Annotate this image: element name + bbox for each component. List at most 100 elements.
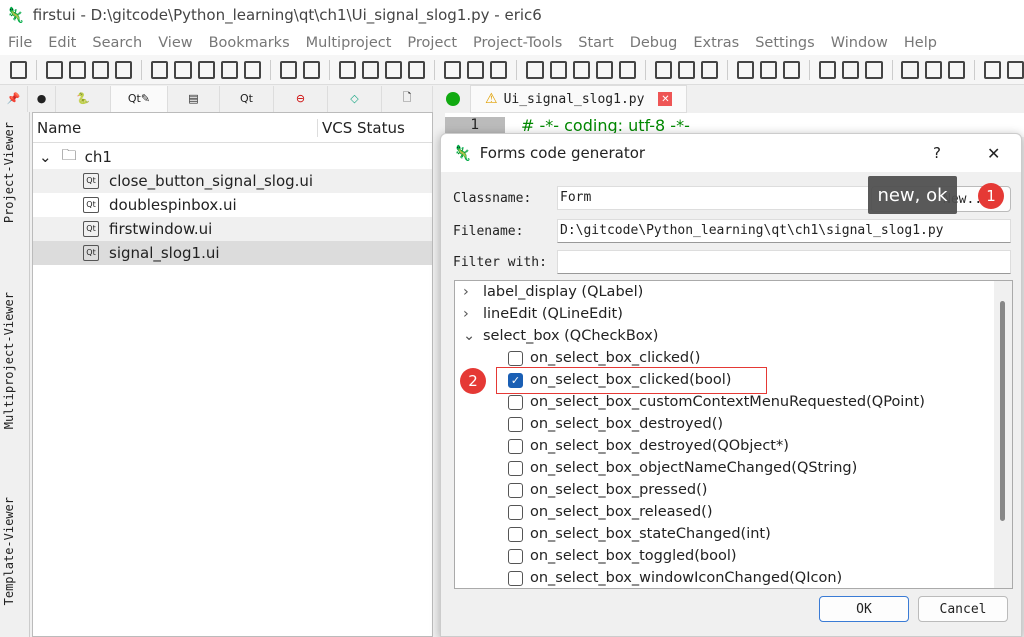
toolbar-button-icon[interactable] (737, 60, 755, 79)
widget-group-item[interactable]: › lineEdit (QLineEdit) (455, 303, 1012, 325)
interfaces-tab[interactable]: ⊖ (274, 85, 328, 112)
widget-group-item[interactable]: › label_display (QLabel) (455, 281, 1012, 303)
toolbar-button-icon[interactable] (197, 60, 215, 79)
slot-item[interactable]: on_select_box_released() (455, 501, 1012, 523)
column-vcs-status[interactable]: VCS Status (317, 118, 405, 137)
slot-item[interactable]: on_select_box_clicked() (455, 347, 1012, 369)
menu-multiproject[interactable]: Multiproject (298, 35, 400, 51)
toolbar-button-icon[interactable] (467, 60, 485, 79)
menu-window[interactable]: Window (823, 35, 896, 51)
slot-item[interactable]: on_select_box_toggled(bool) (455, 545, 1012, 567)
column-name[interactable]: Name (33, 119, 317, 137)
toolbar-button-icon[interactable] (220, 60, 238, 79)
checkbox[interactable] (508, 482, 523, 498)
multiproject-viewer-tab[interactable]: Multiproject-Viewer (2, 292, 16, 429)
toolbar-button-icon[interactable] (654, 60, 672, 79)
menu-file[interactable]: File (0, 35, 40, 51)
widget-group-item[interactable]: ⌄ select_box (QCheckBox) (455, 325, 1012, 347)
slot-item[interactable]: on_select_box_windowIconChanged(QIcon) (455, 567, 1012, 588)
slot-item[interactable]: on_select_box_customContextMenuRequested… (455, 391, 1012, 413)
checkbox[interactable] (508, 526, 523, 542)
menu-start[interactable]: Start (570, 35, 621, 51)
pin-icon[interactable]: 📌 (0, 85, 28, 112)
toolbar-button-icon[interactable] (408, 60, 426, 79)
checkbox[interactable] (508, 350, 523, 366)
resources-tab[interactable]: ▤ (168, 85, 220, 112)
checkbox[interactable] (508, 504, 523, 520)
toolbar-button-icon[interactable] (701, 60, 719, 79)
menu-bookmarks[interactable]: Bookmarks (201, 35, 298, 51)
menu-extras[interactable]: Extras (685, 35, 747, 51)
filename-field[interactable]: D:\gitcode\Python_learning\qt\ch1\signal… (557, 219, 1011, 243)
ok-button[interactable]: OK (819, 596, 909, 622)
checkbox[interactable] (508, 570, 523, 586)
file-row[interactable]: Qt firstwindow.ui (33, 217, 432, 241)
menu-project-tools[interactable]: Project-Tools (465, 35, 570, 51)
toolbar-button-icon[interactable] (924, 60, 942, 79)
toolbar-button-icon[interactable] (46, 60, 64, 79)
toolbar-button-icon[interactable] (302, 60, 320, 79)
protocols-tab[interactable]: ◇ (328, 85, 382, 112)
python-sources-tab[interactable]: 🐍 (56, 85, 111, 112)
toolbar-button-icon[interactable] (151, 60, 169, 79)
toolbar-button-icon[interactable] (595, 60, 613, 79)
chevron-right-icon[interactable]: › (463, 284, 483, 300)
toolbar-button-icon[interactable] (1006, 60, 1024, 79)
file-row[interactable]: Qt close_button_signal_slog.ui (33, 169, 432, 193)
toolbar-button-icon[interactable] (385, 60, 403, 79)
slot-item[interactable]: on_select_box_stateChanged(int) (455, 523, 1012, 545)
menu-debug[interactable]: Debug (622, 35, 686, 51)
toolbar-button-icon[interactable] (783, 60, 801, 79)
editor-tab[interactable]: ⚠ Ui_signal_slog1.py ✕ (470, 85, 688, 113)
menu-help[interactable]: Help (896, 35, 945, 51)
toolbar-button-icon[interactable] (677, 60, 695, 79)
chevron-right-icon[interactable]: › (463, 306, 483, 322)
file-row[interactable]: Qt signal_slog1.ui (33, 241, 432, 265)
others-tab[interactable]: 🗋 (382, 85, 433, 112)
menu-edit[interactable]: Edit (40, 35, 84, 51)
toolbar-button-icon[interactable] (444, 60, 462, 79)
toolbar-button-icon[interactable] (490, 60, 508, 79)
filter-input[interactable] (557, 250, 1011, 274)
checkbox[interactable] (508, 460, 523, 476)
toolbar-button-icon[interactable] (92, 60, 110, 79)
toolbar-button-icon[interactable] (618, 60, 636, 79)
toolbar-button-icon[interactable] (526, 60, 544, 79)
toolbar-button-icon[interactable] (572, 60, 590, 79)
forms-tab[interactable]: Qt✎ (111, 85, 168, 112)
slot-item[interactable]: on_select_box_objectNameChanged(QString) (455, 457, 1012, 479)
toolbar-button-icon[interactable] (10, 60, 28, 79)
menu-view[interactable]: View (150, 35, 200, 51)
slot-item[interactable]: on_select_box_destroyed() (455, 413, 1012, 435)
toolbar-button-icon[interactable] (865, 60, 883, 79)
toolbar-button-icon[interactable] (819, 60, 837, 79)
help-button[interactable]: ? (933, 144, 941, 162)
project-viewer-tab[interactable]: Project-Viewer (2, 122, 16, 223)
close-tab-icon[interactable]: ✕ (658, 92, 673, 106)
menu-settings[interactable]: Settings (747, 35, 822, 51)
slot-item[interactable]: on_select_box_pressed() (455, 479, 1012, 501)
toolbar-button-icon[interactable] (947, 60, 965, 79)
toolbar-button-icon[interactable] (69, 60, 87, 79)
translations-tab[interactable]: Qt (220, 85, 274, 112)
folder-row[interactable]: ⌄ 🗀 ch1 (33, 145, 432, 169)
toolbar-button-icon[interactable] (243, 60, 261, 79)
menu-project[interactable]: Project (399, 35, 465, 51)
toolbar-button-icon[interactable] (760, 60, 778, 79)
slot-item[interactable]: on_select_box_destroyed(QObject*) (455, 435, 1012, 457)
scrollbar[interactable] (994, 281, 1012, 588)
checkbox[interactable] (508, 548, 523, 564)
close-button[interactable]: ✕ (987, 144, 1000, 163)
toolbar-button-icon[interactable] (901, 60, 919, 79)
toolbar-button-icon[interactable] (361, 60, 380, 79)
template-viewer-tab[interactable]: Template-Viewer (2, 497, 16, 605)
toolbar-button-icon[interactable] (279, 60, 297, 79)
checkbox[interactable] (508, 394, 523, 410)
toolbar-button-icon[interactable] (174, 60, 192, 79)
toolbar-button-icon[interactable] (115, 60, 133, 79)
toolbar-button-icon[interactable] (842, 60, 860, 79)
menu-search[interactable]: Search (84, 35, 150, 51)
cancel-button[interactable]: Cancel (918, 596, 1008, 622)
toolbar-button-icon[interactable] (549, 60, 567, 79)
chevron-down-icon[interactable]: ⌄ (463, 328, 483, 344)
